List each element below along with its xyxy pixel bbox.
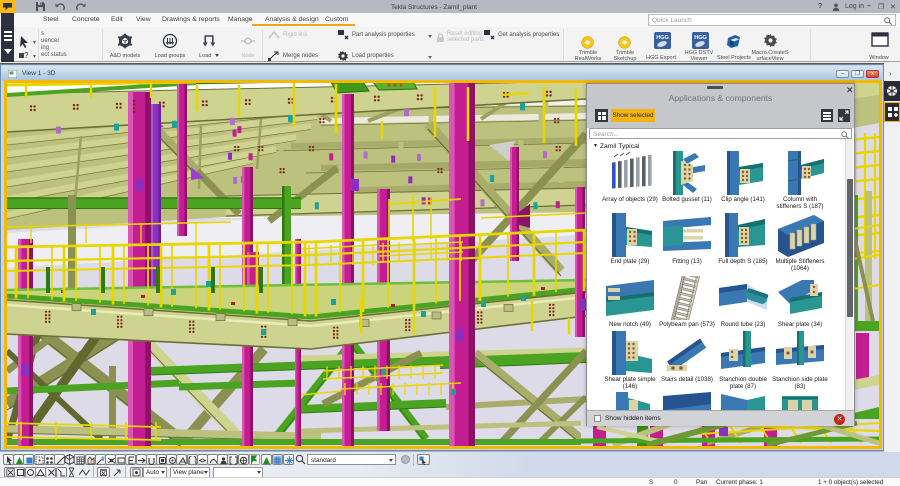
- svg-text:HGG: HGG: [656, 35, 669, 41]
- svg-text:HGG: HGG: [694, 35, 707, 41]
- svg-text:?: ?: [24, 51, 29, 60]
